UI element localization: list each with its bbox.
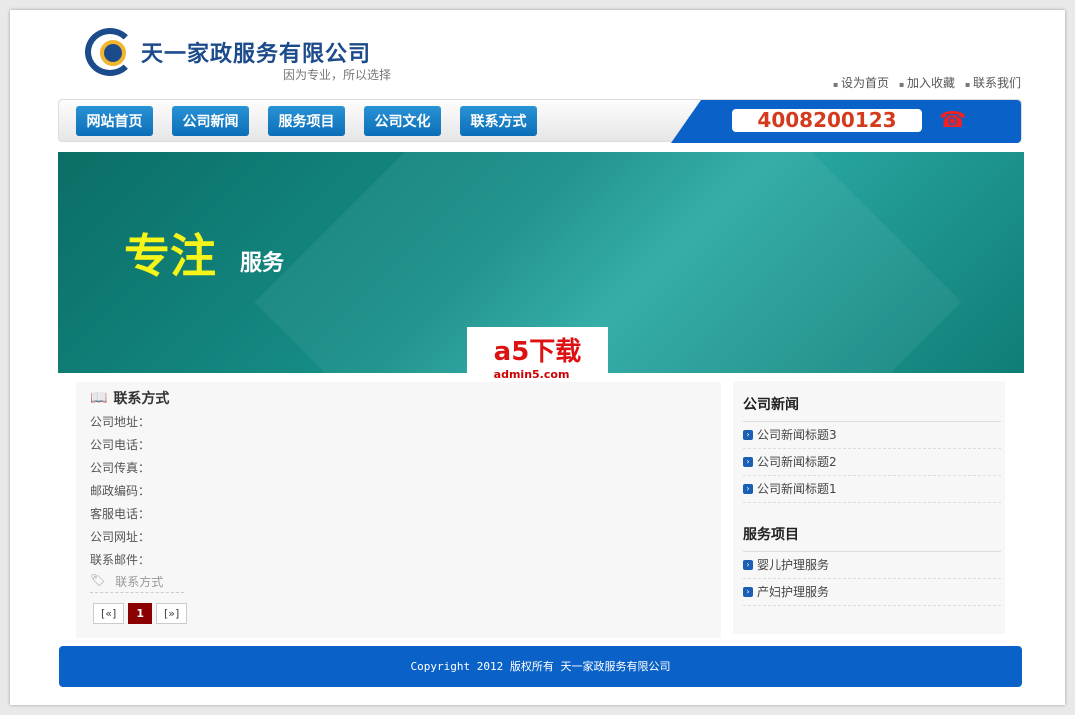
slogan: 因为专业，所以选择 (283, 68, 392, 82)
section-title: 联系方式 (113, 391, 170, 407)
watermark-url: admin5.com (493, 368, 570, 381)
field-service-phone: 客服电话： (90, 507, 151, 521)
field-website: 公司网址： (90, 530, 151, 544)
arrow-icon: › (743, 430, 753, 440)
banner-headline: 专注 (124, 229, 216, 283)
main-nav: 网站首页 公司新闻 服务项目 公司文化 联系方式 4008200123 ☎ (58, 99, 1022, 143)
top-links: 设为首页 加入收藏 联系我们 (833, 74, 1021, 91)
sidebar: 公司新闻 › 公司新闻标题3 › 公司新闻标题2 › 公司新闻标题1 服务项目 › 婴儿… (733, 381, 1005, 634)
news-link[interactable]: 公司新闻标题3 (757, 420, 837, 450)
nav-culture[interactable]: 公司文化 (364, 106, 441, 136)
service-item[interactable]: › 婴儿护理服务 (743, 552, 1001, 579)
tag-link[interactable]: 联系方式 (115, 573, 163, 590)
banner-subline: 服务 (240, 251, 285, 276)
telephone-icon: ☎ (939, 108, 967, 133)
service-link[interactable]: 产妇护理服务 (757, 577, 829, 607)
news-item[interactable]: › 公司新闻标题1 (743, 476, 1001, 503)
arrow-icon: › (743, 587, 753, 597)
contact-us-link[interactable]: 联系我们 (965, 74, 1021, 91)
add-favorite-link[interactable]: 加入收藏 (899, 74, 955, 91)
set-homepage-link[interactable]: 设为首页 (833, 74, 889, 91)
footer-copyright: Copyright 2012 版权所有 天一家政服务有限公司 (59, 646, 1022, 687)
field-phone: 公司电话： (90, 438, 151, 452)
news-link[interactable]: 公司新闻标题2 (757, 447, 837, 477)
watermark-text: a5下载 (493, 337, 582, 367)
news-item[interactable]: › 公司新闻标题3 (743, 422, 1001, 449)
nav-news[interactable]: 公司新闻 (172, 106, 249, 136)
hotline-number: 4008200123 (732, 109, 922, 132)
service-link[interactable]: 婴儿护理服务 (757, 550, 829, 580)
field-postcode: 邮政编码： (90, 484, 151, 498)
field-address: 公司地址： (90, 415, 151, 429)
nav-home[interactable]: 网站首页 (76, 106, 153, 136)
nav-contact[interactable]: 联系方式 (460, 106, 537, 136)
watermark-logo: a5下载 admin5.com (467, 327, 608, 385)
book-icon: 📖 (90, 390, 108, 406)
prev-page-button[interactable]: [«] (93, 603, 125, 624)
phone-area: 4008200123 ☎ (671, 100, 1021, 143)
news-item[interactable]: › 公司新闻标题2 (743, 449, 1001, 476)
pagination: [«] 1 [»] (93, 603, 188, 624)
arrow-icon: › (743, 457, 753, 467)
next-page-button[interactable]: [»] (155, 603, 188, 624)
service-item[interactable]: › 产妇护理服务 (743, 579, 1001, 606)
arrow-icon: › (743, 484, 753, 494)
services-heading: 服务项目 (743, 503, 1001, 552)
current-page[interactable]: 1 (128, 603, 152, 624)
contact-panel: 📖 联系方式 公司地址： 公司电话： 公司传真： 邮政编码： 客服电话： 公司网址… (76, 382, 721, 638)
arrow-icon: › (743, 560, 753, 570)
company-name: 天一家政服务有限公司 (141, 42, 372, 67)
tag-icon: 🏷 (90, 573, 106, 587)
news-heading: 公司新闻 (743, 381, 1001, 422)
field-email: 联系邮件： (90, 553, 151, 567)
nav-services[interactable]: 服务项目 (268, 106, 345, 136)
news-link[interactable]: 公司新闻标题1 (757, 474, 837, 504)
field-fax: 公司传真： (90, 461, 151, 475)
logo-icon (85, 28, 135, 76)
